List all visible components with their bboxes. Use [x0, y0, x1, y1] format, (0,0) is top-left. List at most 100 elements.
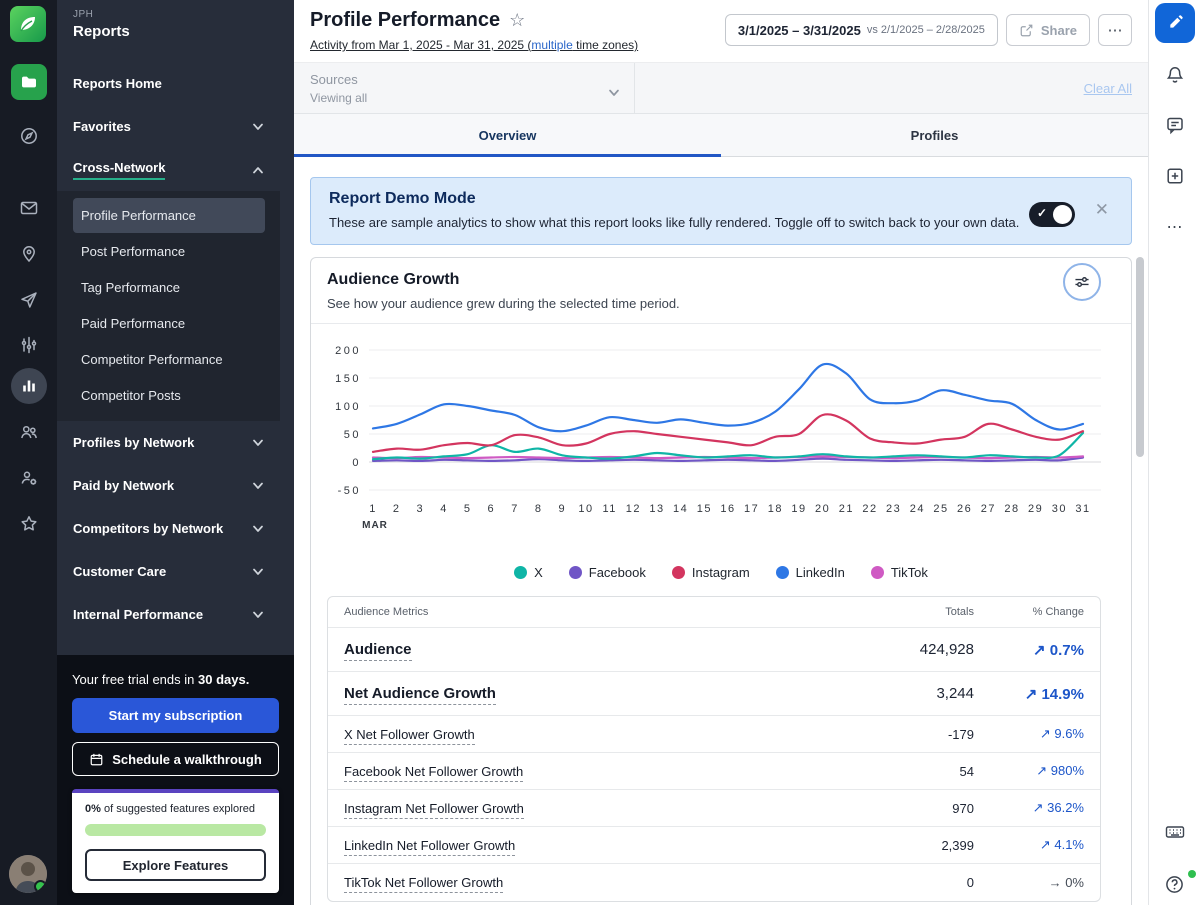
sprout-logo[interactable]: [10, 6, 46, 42]
legend-item-tiktok[interactable]: TikTok: [871, 565, 928, 580]
demo-mode-toggle[interactable]: [1029, 202, 1075, 227]
trend-up-arrow-icon: ↗: [1033, 642, 1046, 659]
compass-icon[interactable]: [11, 118, 47, 154]
listening-levels-icon[interactable]: [11, 327, 47, 363]
folder-icon[interactable]: [11, 64, 47, 100]
metric-change[interactable]: ↗ 14.9%: [974, 685, 1084, 703]
metric-label[interactable]: X Net Follower Growth: [344, 727, 475, 745]
sidebar-item-post-performance[interactable]: Post Performance: [73, 234, 265, 269]
legend-item-x[interactable]: X: [514, 565, 543, 580]
trend-up-arrow-icon: ↗: [1025, 686, 1038, 703]
more-options-button[interactable]: ⋯: [1098, 14, 1132, 46]
metric-label[interactable]: Audience: [344, 641, 412, 661]
sidebar-item-competitors-by-network[interactable]: Competitors by Network: [57, 507, 280, 550]
svg-text:20: 20: [815, 503, 830, 515]
features-explored-text: 0% of suggested features explored: [85, 803, 266, 815]
sidebar-item-competitor-posts[interactable]: Competitor Posts: [73, 378, 265, 413]
premium-star-icon[interactable]: [11, 506, 47, 542]
svg-text:7: 7: [511, 503, 519, 515]
header-actions: 3/1/2025 – 3/31/2025 vs 2/1/2025 – 2/28/…: [725, 14, 1132, 46]
metric-label[interactable]: TikTok Net Follower Growth: [344, 875, 503, 893]
sidebar-item-customer-care[interactable]: Customer Care: [57, 550, 280, 593]
sidebar-item-reports-home[interactable]: Reports Home: [57, 62, 280, 105]
sources-bar: Sources Viewing all Clear All: [294, 62, 1148, 114]
favorite-star-icon[interactable]: ☆: [509, 10, 525, 31]
notifications-bell-icon[interactable]: [1162, 62, 1188, 88]
sliders-icon: [1073, 273, 1091, 291]
sidebar-item-internal-performance[interactable]: Internal Performance: [57, 593, 280, 636]
legend-item-linkedin[interactable]: LinkedIn: [776, 565, 845, 580]
sidebar-item-competitor-performance[interactable]: Competitor Performance: [73, 342, 265, 377]
reports-sidebar: JPH Reports Reports HomeFavoritesCross-N…: [57, 0, 294, 905]
audience-growth-chart[interactable]: -500501001502001234567891011121314151617…: [311, 323, 1131, 561]
table-header: Audience Metrics Totals % Change: [328, 597, 1100, 628]
publishing-plane-icon[interactable]: [11, 282, 47, 318]
metric-label[interactable]: Facebook Net Follower Growth: [344, 764, 523, 782]
metric-label[interactable]: Instagram Net Follower Growth: [344, 801, 524, 819]
sources-dropdown[interactable]: Sources Viewing all: [294, 63, 635, 113]
sidebar-item-paid-performance[interactable]: Paid Performance: [73, 306, 265, 341]
keyboard-shortcuts-icon[interactable]: [1162, 819, 1188, 845]
legend-item-facebook[interactable]: Facebook: [569, 565, 646, 580]
share-button[interactable]: Share: [1006, 14, 1090, 46]
audience-people-icon[interactable]: [11, 414, 47, 450]
svg-text:19: 19: [791, 503, 806, 515]
chevron-down-icon: [252, 123, 264, 131]
chart-settings-button[interactable]: [1063, 263, 1101, 301]
messages-icon[interactable]: [1162, 112, 1188, 138]
sidebar-header: JPH Reports: [57, 0, 294, 50]
metric-change[interactable]: ↗ 4.1%: [974, 837, 1084, 853]
sidebar-item-paid-by-network[interactable]: Paid by Network: [57, 464, 280, 507]
svg-text:31: 31: [1075, 503, 1090, 515]
metric-change[interactable]: ↗ 36.2%: [974, 800, 1084, 816]
sidebar-item-profiles-by-network[interactable]: Profiles by Network: [57, 421, 280, 464]
sidebar-title: Reports: [73, 23, 278, 40]
metric-change[interactable]: ↗ 980%: [974, 763, 1084, 779]
user-avatar[interactable]: [9, 855, 47, 893]
col-audience-metrics: Audience Metrics: [344, 606, 844, 618]
svg-text:18: 18: [768, 503, 783, 515]
presence-dot: [1188, 870, 1196, 878]
metric-label[interactable]: LinkedIn Net Follower Growth: [344, 838, 515, 856]
profile-settings-icon[interactable]: [11, 460, 47, 496]
vertical-scrollbar[interactable]: [1136, 257, 1144, 457]
inbox-icon[interactable]: [11, 190, 47, 226]
svg-text:15: 15: [697, 503, 712, 515]
metric-change[interactable]: ↗ 0.7%: [974, 641, 1084, 659]
tab-profiles[interactable]: Profiles: [721, 114, 1148, 156]
metric-change[interactable]: ↗ 9.6%: [974, 726, 1084, 742]
svg-text:3: 3: [417, 503, 425, 515]
svg-text:MAR: MAR: [362, 520, 388, 531]
tab-overview[interactable]: Overview: [294, 114, 721, 156]
sidebar-item-tag-performance[interactable]: Tag Performance: [73, 270, 265, 305]
close-icon[interactable]: ✕: [1095, 200, 1109, 220]
sidebar-item-favorites[interactable]: Favorites: [57, 105, 280, 148]
metric-change[interactable]: → 0%: [974, 875, 1084, 890]
help-icon[interactable]: [1162, 871, 1188, 897]
clear-all-link[interactable]: Clear All: [1084, 81, 1132, 96]
svg-text:16: 16: [720, 503, 735, 515]
page-title: Profile Performance: [310, 9, 500, 32]
schedule-walkthrough-button[interactable]: Schedule a walkthrough: [72, 742, 279, 776]
date-range-button[interactable]: 3/1/2025 – 3/31/2025 vs 2/1/2025 – 2/28/…: [725, 14, 998, 46]
export-icon: [1019, 23, 1034, 38]
svg-text:200: 200: [335, 345, 361, 357]
start-subscription-button[interactable]: Start my subscription: [72, 698, 279, 733]
reports-icon[interactable]: [11, 368, 47, 404]
metric-total: -179: [844, 727, 974, 742]
compose-button[interactable]: [1155, 3, 1195, 43]
metric-label[interactable]: Net Audience Growth: [344, 685, 496, 705]
metric-total: 0: [844, 875, 974, 890]
add-square-icon[interactable]: [1162, 163, 1188, 189]
svg-text:28: 28: [1004, 503, 1019, 515]
svg-text:100: 100: [335, 401, 361, 413]
sidebar-item-profile-performance[interactable]: Profile Performance: [73, 198, 265, 233]
sidebar-item-cross-network[interactable]: Cross-Network: [57, 148, 280, 191]
pin-icon[interactable]: [11, 236, 47, 272]
svg-text:2: 2: [393, 503, 401, 515]
section-subtitle: See how your audience grew during the se…: [327, 296, 1115, 311]
legend-dot: [514, 566, 527, 579]
legend-item-instagram[interactable]: Instagram: [672, 565, 750, 580]
explore-features-button[interactable]: Explore Features: [85, 849, 266, 881]
more-icon[interactable]: ⋯: [1162, 214, 1188, 240]
